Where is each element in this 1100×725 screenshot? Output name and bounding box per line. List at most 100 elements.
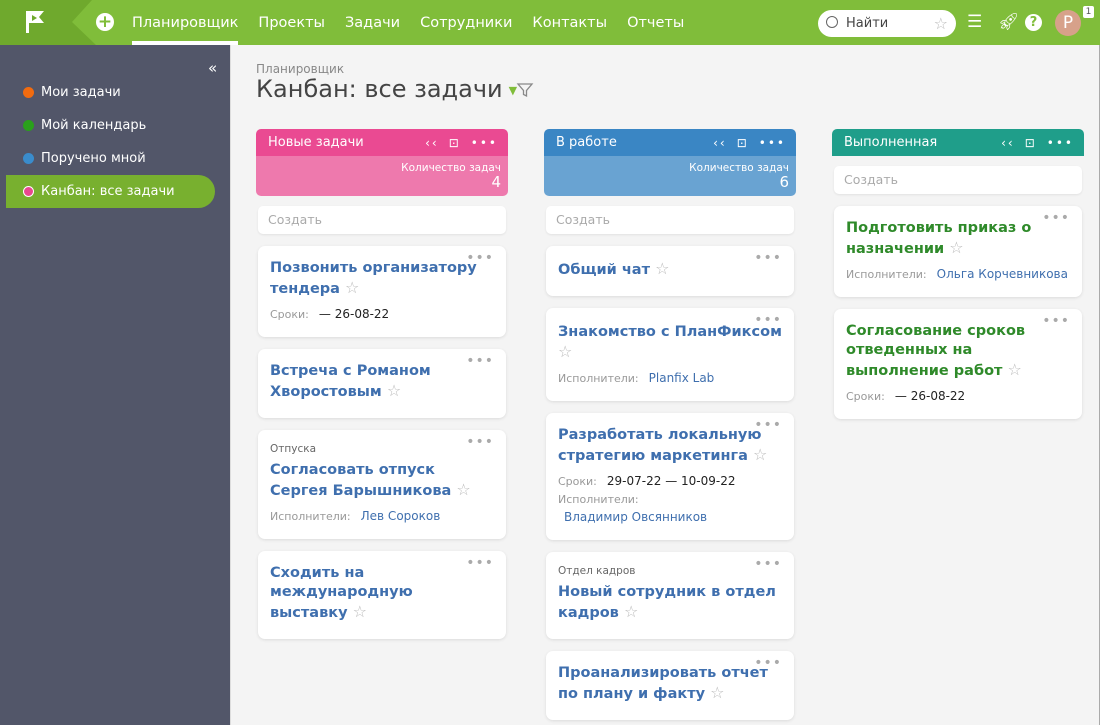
help-icon[interactable]: ? xyxy=(1025,14,1042,31)
sidebar-item[interactable]: Мои задачи xyxy=(6,76,215,109)
more-icon[interactable]: ••• xyxy=(759,136,786,150)
breadcrumb[interactable]: Планировщик xyxy=(256,62,344,76)
count-label: Количество задач xyxy=(689,162,789,174)
task-title[interactable]: Общий чат ☆ xyxy=(558,259,782,280)
task-field: Исполнители: Ольга Корчевникова xyxy=(846,267,1070,281)
star-icon[interactable]: ☆ xyxy=(451,480,470,499)
task-card[interactable]: ••• Согласование сроков отведенных на вып… xyxy=(834,309,1082,419)
sidebar-item[interactable]: Поручено мной xyxy=(6,142,215,175)
filter-icon[interactable] xyxy=(516,81,534,99)
more-icon[interactable]: ••• xyxy=(754,655,782,671)
more-icon[interactable]: ••• xyxy=(466,555,494,571)
task-card[interactable]: ••• Отдел кадров Новый сотрудник в отдел к… xyxy=(546,552,794,639)
collapse-icon[interactable]: ‹‹ xyxy=(713,136,727,150)
more-icon[interactable]: ••• xyxy=(754,312,782,328)
task-field: Исполнители: Planfix Lab xyxy=(558,371,782,385)
more-icon[interactable]: ••• xyxy=(1042,210,1070,226)
create-task-input[interactable]: Создать xyxy=(258,206,506,234)
column-actions: ‹‹ ⊡ ••• xyxy=(703,129,786,157)
nav-1[interactable]: Проекты xyxy=(258,0,325,45)
column-title: Новые задачи xyxy=(268,135,364,150)
task-title[interactable]: Проанализировать отчет по плану и факту … xyxy=(558,664,782,704)
field-value[interactable]: Ольга Корчевникова xyxy=(937,267,1068,281)
select-icon[interactable]: ⊡ xyxy=(1025,136,1037,150)
star-icon[interactable]: ☆ xyxy=(558,342,572,361)
avatar[interactable]: P xyxy=(1055,10,1081,36)
task-title[interactable]: Разработать локальную стратегию маркетин… xyxy=(558,426,782,466)
star-icon[interactable]: ☆ xyxy=(650,259,669,278)
add-icon[interactable]: + xyxy=(96,13,114,31)
column-title: Выполненная xyxy=(844,135,938,150)
status-dot-icon xyxy=(23,120,34,131)
task-title[interactable]: Позвонить организатору тендера ☆ xyxy=(270,259,494,299)
star-icon[interactable]: ☆ xyxy=(382,381,401,400)
column-actions: ‹‹ ⊡ ••• xyxy=(415,129,498,157)
task-title-text: Согласование сроков отведенных на выполн… xyxy=(846,323,1026,379)
nav-4[interactable]: Контакты xyxy=(532,0,607,45)
search-input[interactable]: Найти ☆ xyxy=(818,10,956,37)
rocket-icon[interactable]: 🚀︎ xyxy=(998,12,1020,32)
task-card[interactable]: ••• Знакомство с ПланФиксом ☆ Исполнители:… xyxy=(546,308,794,401)
more-icon[interactable]: ••• xyxy=(754,417,782,433)
task-card[interactable]: ••• Подготовить приказ о назначении ☆ Испо… xyxy=(834,206,1082,297)
nav-3[interactable]: Сотрудники xyxy=(420,0,512,45)
field-value: 29-07-22 — 10-09-22 xyxy=(606,474,736,488)
create-task-input[interactable]: Создать xyxy=(546,206,794,234)
sidebar-item[interactable]: Мой календарь xyxy=(6,109,215,142)
task-title-text: Проанализировать отчет по плану и факту xyxy=(558,665,768,702)
task-title[interactable]: Новый сотрудник в отдел кадров ☆ xyxy=(558,583,782,623)
task-title-text: Общий чат xyxy=(558,262,650,278)
notification-badge[interactable]: 1 xyxy=(1083,6,1094,18)
nav-2[interactable]: Задачи xyxy=(345,0,400,45)
star-icon[interactable]: ☆ xyxy=(1002,360,1022,379)
collapse-icon[interactable]: « xyxy=(208,59,217,77)
task-card[interactable]: ••• Сходить на международную выставку ☆ xyxy=(258,551,506,639)
collapse-icon[interactable]: ‹‹ xyxy=(1001,136,1015,150)
select-icon[interactable]: ⊡ xyxy=(449,136,461,150)
field-value[interactable]: Planfix Lab xyxy=(649,371,715,385)
create-task-input[interactable]: Создать xyxy=(834,166,1082,194)
task-card[interactable]: ••• Встреча с Романом Хворостовым ☆ xyxy=(258,349,506,418)
nav-5[interactable]: Отчеты xyxy=(627,0,684,45)
task-title[interactable]: Согласовать отпуск Сергея Барышникова ☆ xyxy=(270,461,494,501)
task-card[interactable]: ••• Отпуска Согласовать отпуск Сергея Бары… xyxy=(258,430,506,539)
star-icon[interactable]: ☆ xyxy=(348,602,367,621)
more-icon[interactable]: ••• xyxy=(1042,313,1070,329)
more-icon[interactable]: ••• xyxy=(1047,136,1074,150)
star-icon[interactable]: ☆ xyxy=(944,238,963,257)
task-card[interactable]: ••• Общий чат ☆ xyxy=(546,246,794,296)
star-icon[interactable]: ☆ xyxy=(340,278,359,297)
field-label: Сроки: xyxy=(558,475,597,488)
star-icon[interactable]: ☆ xyxy=(748,445,767,464)
more-icon[interactable]: ••• xyxy=(466,353,494,369)
star-icon[interactable]: ☆ xyxy=(705,683,724,702)
field-value[interactable]: Владимир Овсянников xyxy=(564,510,707,524)
task-card[interactable]: ••• Разработать локальную стратегию марке… xyxy=(546,413,794,540)
task-title[interactable]: Согласование сроков отведенных на выполн… xyxy=(846,322,1070,381)
field-value[interactable]: Лев Сороков xyxy=(361,509,441,523)
select-icon[interactable]: ⊡ xyxy=(737,136,749,150)
menu-icon[interactable]: ☰ xyxy=(967,12,982,32)
star-icon[interactable]: ☆ xyxy=(619,602,638,621)
more-icon[interactable]: ••• xyxy=(754,250,782,266)
more-icon[interactable]: ••• xyxy=(471,136,498,150)
more-icon[interactable]: ••• xyxy=(754,556,782,572)
nav-0[interactable]: Планировщик xyxy=(132,0,239,45)
logo[interactable] xyxy=(0,0,96,45)
task-title-text: Новый сотрудник в отдел кадров xyxy=(558,584,776,621)
sidebar-item-label: Поручено мной xyxy=(41,151,146,166)
field-label: Исполнители: xyxy=(846,268,927,281)
star-icon[interactable]: ☆ xyxy=(934,10,948,37)
main-content: Планировщик Канбан: все задачи ▼ Новые за… xyxy=(230,45,1100,725)
task-title-text: Позвонить организатору тендера xyxy=(270,260,477,297)
task-title[interactable]: Подготовить приказ о назначении ☆ xyxy=(846,219,1070,259)
more-icon[interactable]: ••• xyxy=(466,434,494,450)
task-card[interactable]: ••• Позвонить организатору тендера ☆ Сроки… xyxy=(258,246,506,337)
task-card[interactable]: ••• Проанализировать отчет по плану и фак… xyxy=(546,651,794,720)
more-icon[interactable]: ••• xyxy=(466,250,494,266)
task-title[interactable]: Встреча с Романом Хворостовым ☆ xyxy=(270,362,494,402)
sidebar-item[interactable]: Канбан: все задачи xyxy=(6,175,215,208)
task-title[interactable]: Знакомство с ПланФиксом ☆ xyxy=(558,321,782,363)
collapse-icon[interactable]: ‹‹ xyxy=(425,136,439,150)
task-title[interactable]: Сходить на международную выставку ☆ xyxy=(270,564,494,623)
